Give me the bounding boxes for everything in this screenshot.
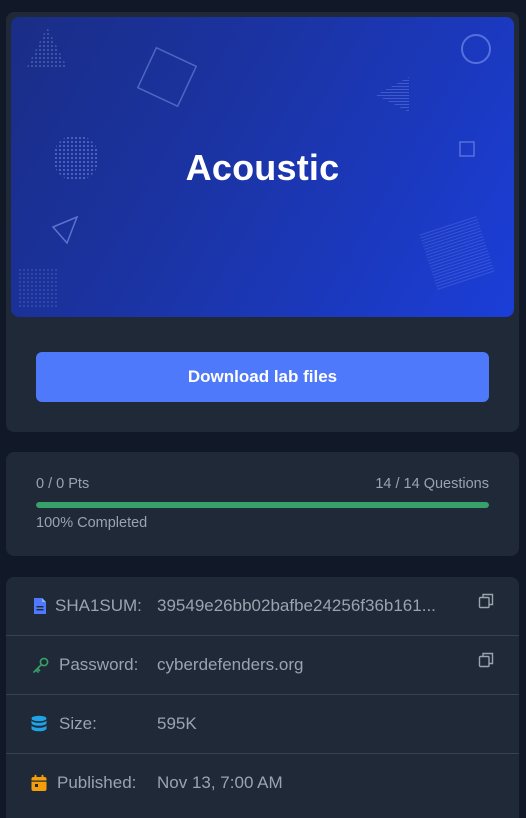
progress-bar-fill (36, 502, 489, 508)
file-icon (34, 598, 46, 614)
completion-status: 100% Completed (36, 515, 148, 531)
calendar-icon (31, 774, 47, 791)
published-label: Published: (57, 773, 137, 792)
sha1sum-label: SHA1SUM: (55, 596, 142, 615)
lab-header-card: Acoustic Download lab files (6, 12, 519, 432)
password-value: cyberdefenders.org (157, 655, 304, 674)
size-label: Size: (59, 714, 97, 733)
questions-count: 14 / 14 Questions (375, 476, 489, 492)
copy-sha1sum-icon[interactable] (478, 593, 494, 609)
copy-password-icon[interactable] (478, 652, 494, 668)
progress-card: 0 / 0 Pts 14 / 14 Questions 100% Complet… (6, 452, 519, 556)
password-label: Password: (59, 655, 139, 674)
database-icon (31, 715, 47, 732)
download-lab-files-button[interactable]: Download lab files (36, 352, 489, 402)
size-row: Size: 595K (6, 695, 519, 754)
published-value: Nov 13, 7:00 AM (157, 773, 283, 792)
progress-bar (36, 502, 489, 508)
sha1sum-value: 39549e26bb02bafbe24256f36b161... (157, 596, 436, 615)
lab-banner: Acoustic (11, 17, 514, 317)
password-row: Password: cyberdefenders.org (6, 636, 519, 695)
size-value: 595K (157, 714, 197, 733)
key-icon (33, 657, 49, 673)
lab-info-card: SHA1SUM: 39549e26bb02bafbe24256f36b161..… (6, 577, 519, 818)
published-row: Published: Nov 13, 7:00 AM (6, 754, 519, 813)
lab-title: Acoustic (185, 147, 340, 188)
points-text: 0 / 0 Pts (36, 476, 90, 492)
sha1sum-row: SHA1SUM: 39549e26bb02bafbe24256f36b161..… (6, 577, 519, 636)
